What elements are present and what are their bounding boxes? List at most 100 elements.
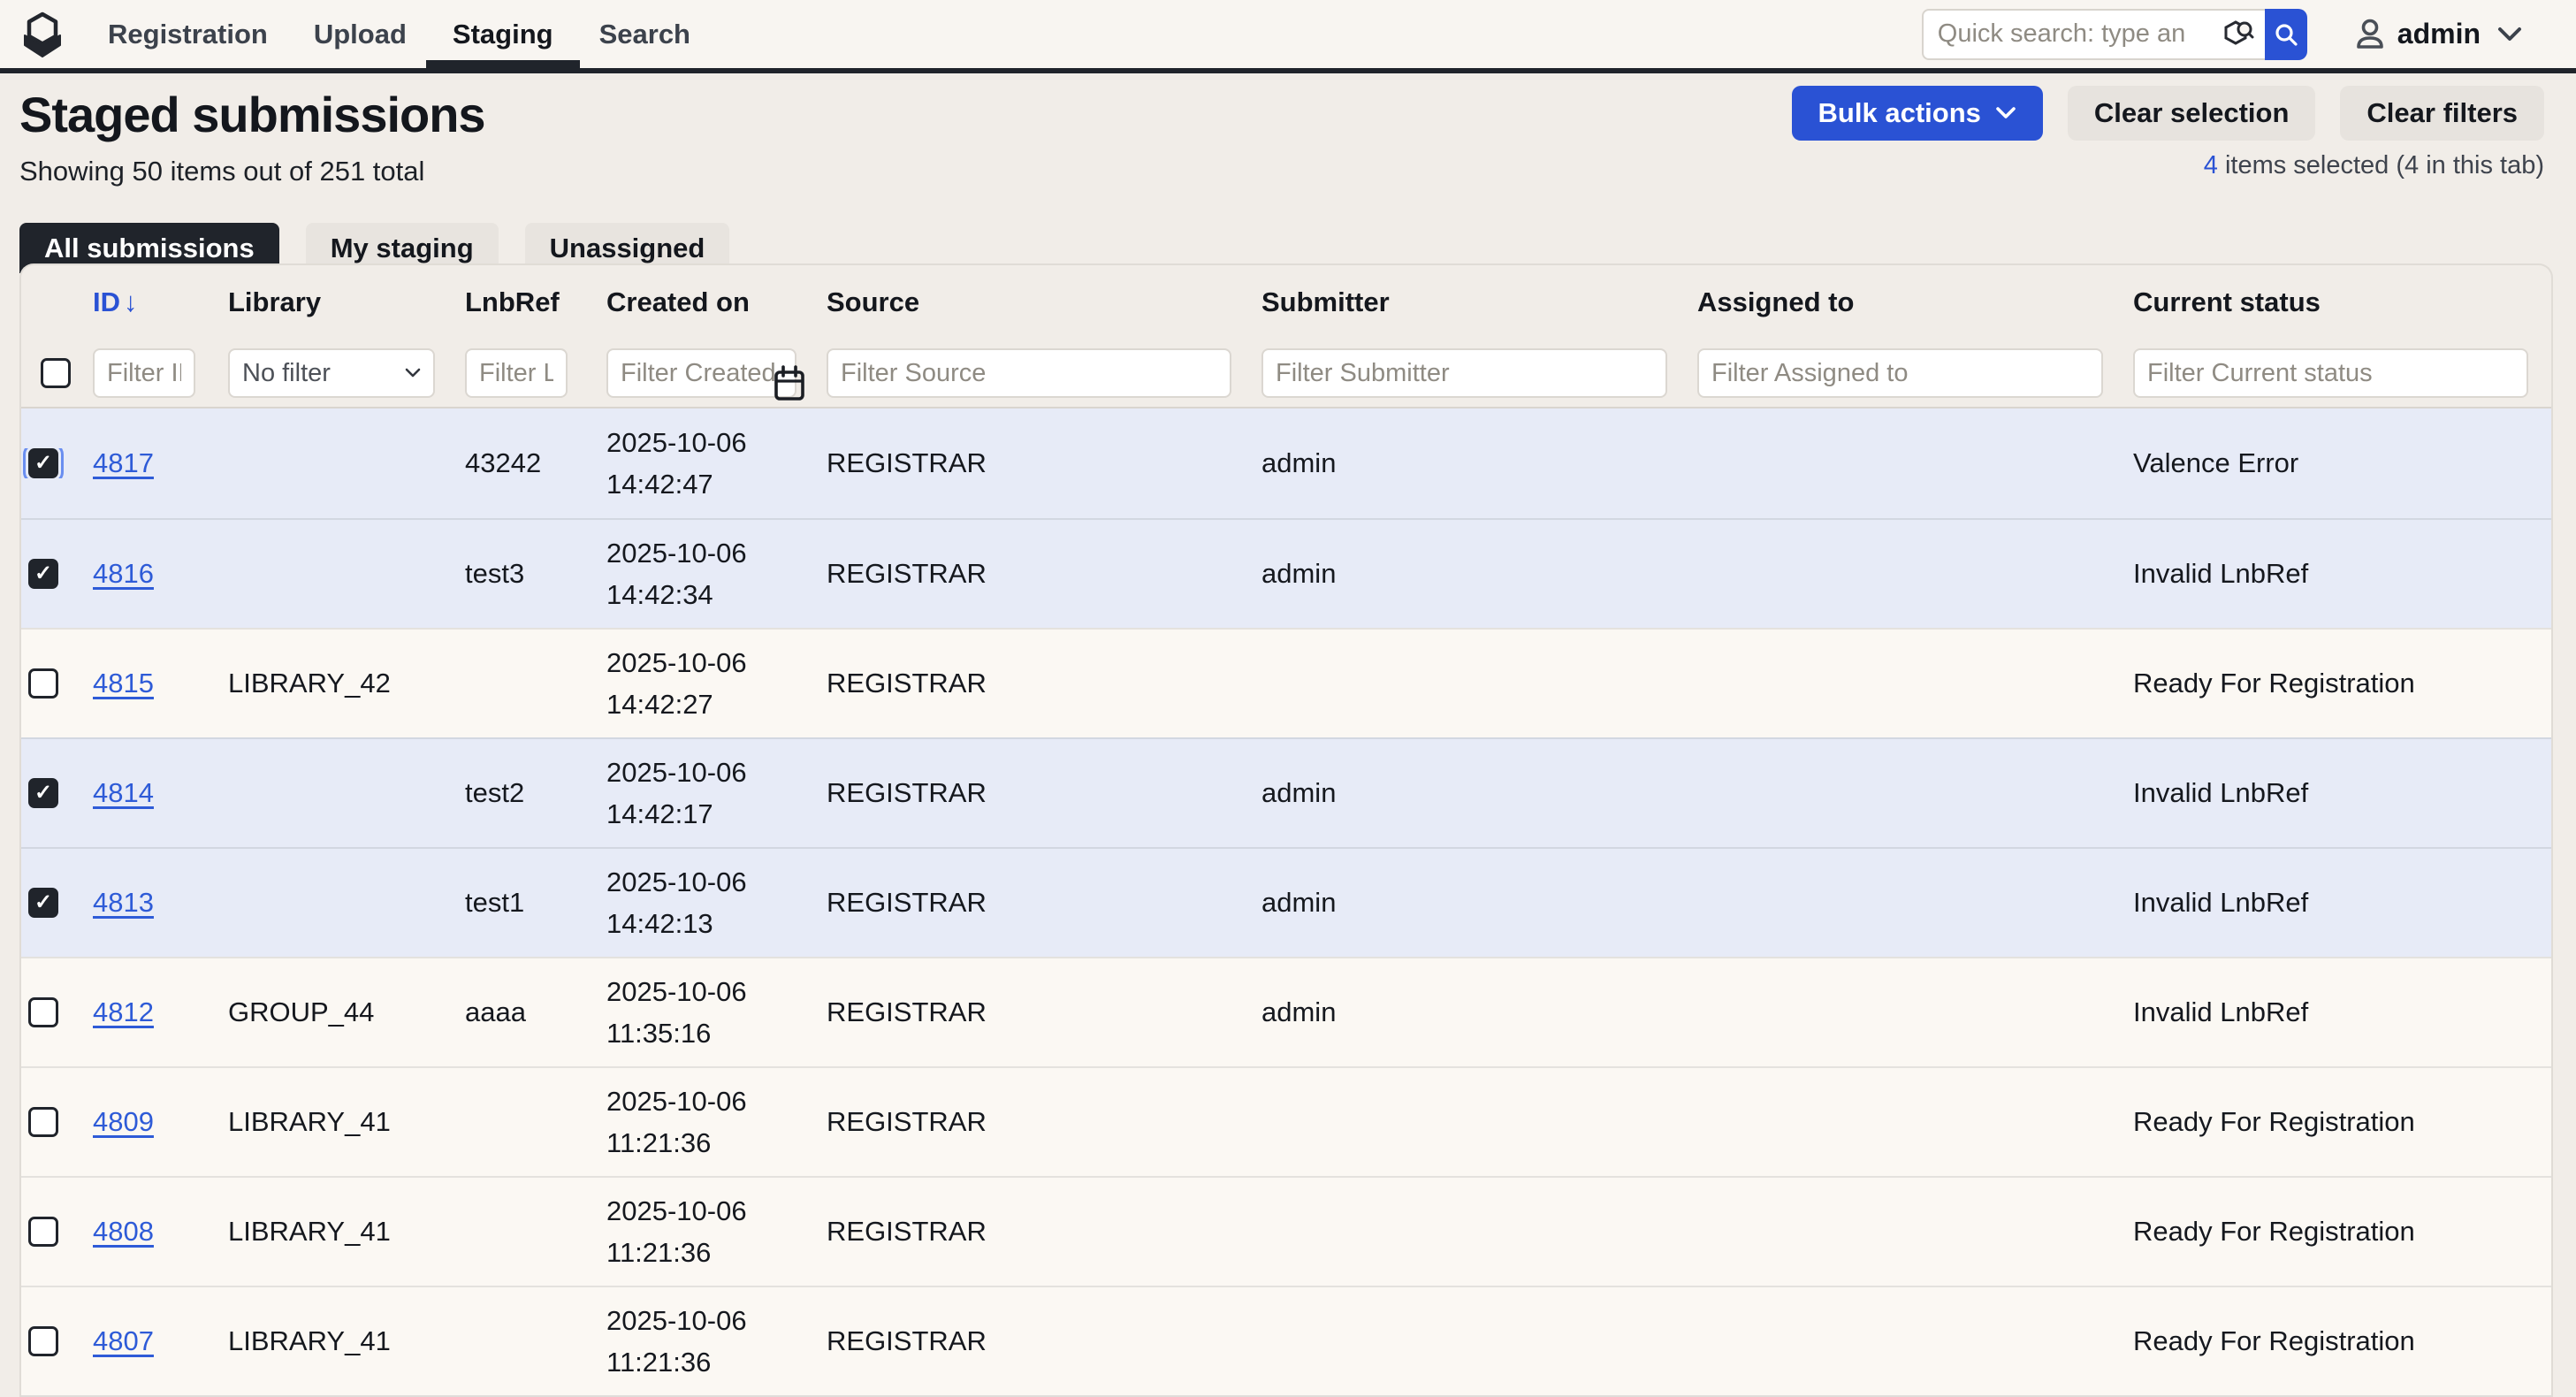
- nav-item-label: Staging: [453, 19, 553, 50]
- current-status-cell: Ready For Registration: [2126, 668, 2551, 699]
- column-header-id[interactable]: ID↓: [86, 286, 221, 318]
- lnbref-cell: test2: [458, 777, 599, 809]
- nav-item-label: Upload: [314, 19, 407, 50]
- created-time: 11:35:16: [606, 1012, 819, 1054]
- column-header-label: Assigned to: [1697, 286, 1854, 317]
- row-id-link[interactable]: 4808: [93, 1216, 154, 1247]
- created-on-cell: 2025-10-0614:42:47: [599, 422, 819, 505]
- column-header-current-status[interactable]: Current status: [2126, 286, 2551, 318]
- row-id-link[interactable]: 4812: [93, 996, 154, 1027]
- table-row: 4808LIBRARY_412025-10-0611:21:36REGISTRA…: [21, 1176, 2551, 1286]
- library-cell: LIBRARY_41: [221, 1216, 458, 1248]
- tab-label: All submissions: [44, 233, 255, 264]
- filter-submitter-input[interactable]: [1261, 348, 1667, 398]
- table-row: ✓4817432422025-10-0614:42:47REGISTRARadm…: [21, 408, 2551, 518]
- chevron-down-icon: [1995, 106, 2016, 120]
- table-header-row: ID↓ Library LnbRef Created on Source Sub…: [21, 265, 2551, 340]
- created-date: 2025-10-06: [606, 642, 819, 683]
- library-cell: GROUP_44: [221, 996, 458, 1028]
- row-checkbox[interactable]: ✓: [28, 559, 58, 589]
- app-logo-icon: [19, 9, 65, 60]
- submitter-cell: admin: [1254, 558, 1690, 590]
- column-header-lnbref[interactable]: LnbRef: [458, 286, 599, 318]
- checkmark-icon: ✓: [34, 453, 52, 474]
- id-cell: 4814: [86, 777, 221, 809]
- row-id-link[interactable]: 4813: [93, 887, 154, 918]
- row-id-link[interactable]: 4815: [93, 668, 154, 698]
- row-checkbox-cell: ✓: [21, 559, 86, 589]
- row-checkbox[interactable]: [28, 1326, 58, 1356]
- row-checkbox-cell: [21, 1107, 86, 1137]
- quick-search-group: [1922, 9, 2307, 60]
- nav-item-search[interactable]: Search: [599, 0, 690, 68]
- clear-filters-button[interactable]: Clear filters: [2340, 86, 2544, 141]
- row-checkbox[interactable]: [28, 997, 58, 1027]
- current-status-cell: Ready For Registration: [2126, 1216, 2551, 1248]
- created-date: 2025-10-06: [606, 752, 819, 793]
- created-on-cell: 2025-10-0614:42:17: [599, 752, 819, 835]
- created-time: 14:42:17: [606, 793, 819, 835]
- nav-item-staging[interactable]: Staging: [453, 0, 553, 68]
- row-checkbox[interactable]: ✓: [28, 448, 58, 478]
- nav-item-registration[interactable]: Registration: [108, 0, 268, 68]
- filter-id-input[interactable]: [93, 348, 195, 398]
- created-time: 11:21:36: [606, 1122, 819, 1164]
- row-checkbox-cell: [21, 668, 86, 698]
- id-cell: 4815: [86, 668, 221, 699]
- filter-created-on-input[interactable]: [606, 348, 796, 398]
- selection-count: 4: [2204, 151, 2218, 179]
- created-date: 2025-10-06: [606, 861, 819, 903]
- row-id-link[interactable]: 4807: [93, 1325, 154, 1356]
- filter-library-select[interactable]: No filter: [228, 348, 435, 398]
- lnbref-cell: aaaa: [458, 996, 599, 1028]
- top-nav: Registration Upload Staging Search: [0, 0, 2576, 73]
- nav-item-upload[interactable]: Upload: [314, 0, 407, 68]
- column-header-library[interactable]: Library: [221, 286, 458, 318]
- lnbref-cell: test3: [458, 558, 599, 590]
- checkmark-icon: ✓: [34, 782, 52, 804]
- row-checkbox[interactable]: ✓: [28, 888, 58, 918]
- row-id-link[interactable]: 4814: [93, 777, 154, 808]
- calendar-icon[interactable]: [772, 364, 807, 403]
- clear-selection-button[interactable]: Clear selection: [2068, 86, 2316, 141]
- submitter-cell: admin: [1254, 887, 1690, 919]
- id-cell: 4816: [86, 558, 221, 590]
- source-cell: REGISTRAR: [819, 447, 1254, 479]
- created-on-cell: 2025-10-0614:42:27: [599, 642, 819, 725]
- select-all-checkbox[interactable]: [41, 358, 71, 388]
- column-header-created-on[interactable]: Created on: [599, 286, 819, 318]
- column-header-label: LnbRef: [465, 286, 560, 317]
- row-checkbox-cell: [21, 1326, 86, 1356]
- column-header-submitter[interactable]: Submitter: [1254, 286, 1690, 318]
- row-id-link[interactable]: 4817: [93, 447, 154, 478]
- quick-search-input[interactable]: [1922, 9, 2265, 60]
- row-checkbox[interactable]: [28, 668, 58, 698]
- id-cell: 4812: [86, 996, 221, 1028]
- row-checkbox[interactable]: ✓: [28, 778, 58, 808]
- table-filter-row: No filter: [21, 340, 2551, 407]
- filter-source-input[interactable]: [827, 348, 1231, 398]
- row-checkbox[interactable]: [28, 1217, 58, 1247]
- created-time: 11:21:36: [606, 1341, 819, 1383]
- table-row: ✓4813test12025-10-0614:42:13REGISTRARadm…: [21, 847, 2551, 957]
- search-button[interactable]: [2265, 9, 2307, 60]
- row-id-link[interactable]: 4816: [93, 558, 154, 589]
- source-cell: REGISTRAR: [819, 668, 1254, 699]
- tab-label: My staging: [331, 233, 474, 264]
- bulk-actions-button[interactable]: Bulk actions: [1792, 86, 2043, 141]
- filter-assigned-to-input[interactable]: [1697, 348, 2103, 398]
- row-checkbox[interactable]: [28, 1107, 58, 1137]
- user-menu[interactable]: admin: [2353, 17, 2523, 52]
- column-header-assigned-to[interactable]: Assigned to: [1690, 286, 2126, 318]
- column-header-source[interactable]: Source: [819, 286, 1254, 318]
- magnifier-icon: [2273, 21, 2299, 48]
- items-count-text: Showing 50 items out of 251 total: [19, 156, 2544, 187]
- filter-current-status-input[interactable]: [2133, 348, 2528, 398]
- row-id-link[interactable]: 4809: [93, 1106, 154, 1137]
- page-header: Staged submissions Showing 50 items out …: [0, 73, 2576, 212]
- row-checkbox-cell: [21, 997, 86, 1027]
- clear-filters-label: Clear filters: [2366, 97, 2518, 129]
- created-on-cell: 2025-10-0611:21:36: [599, 1080, 819, 1164]
- filter-lnbref-input[interactable]: [465, 348, 568, 398]
- source-cell: REGISTRAR: [819, 558, 1254, 590]
